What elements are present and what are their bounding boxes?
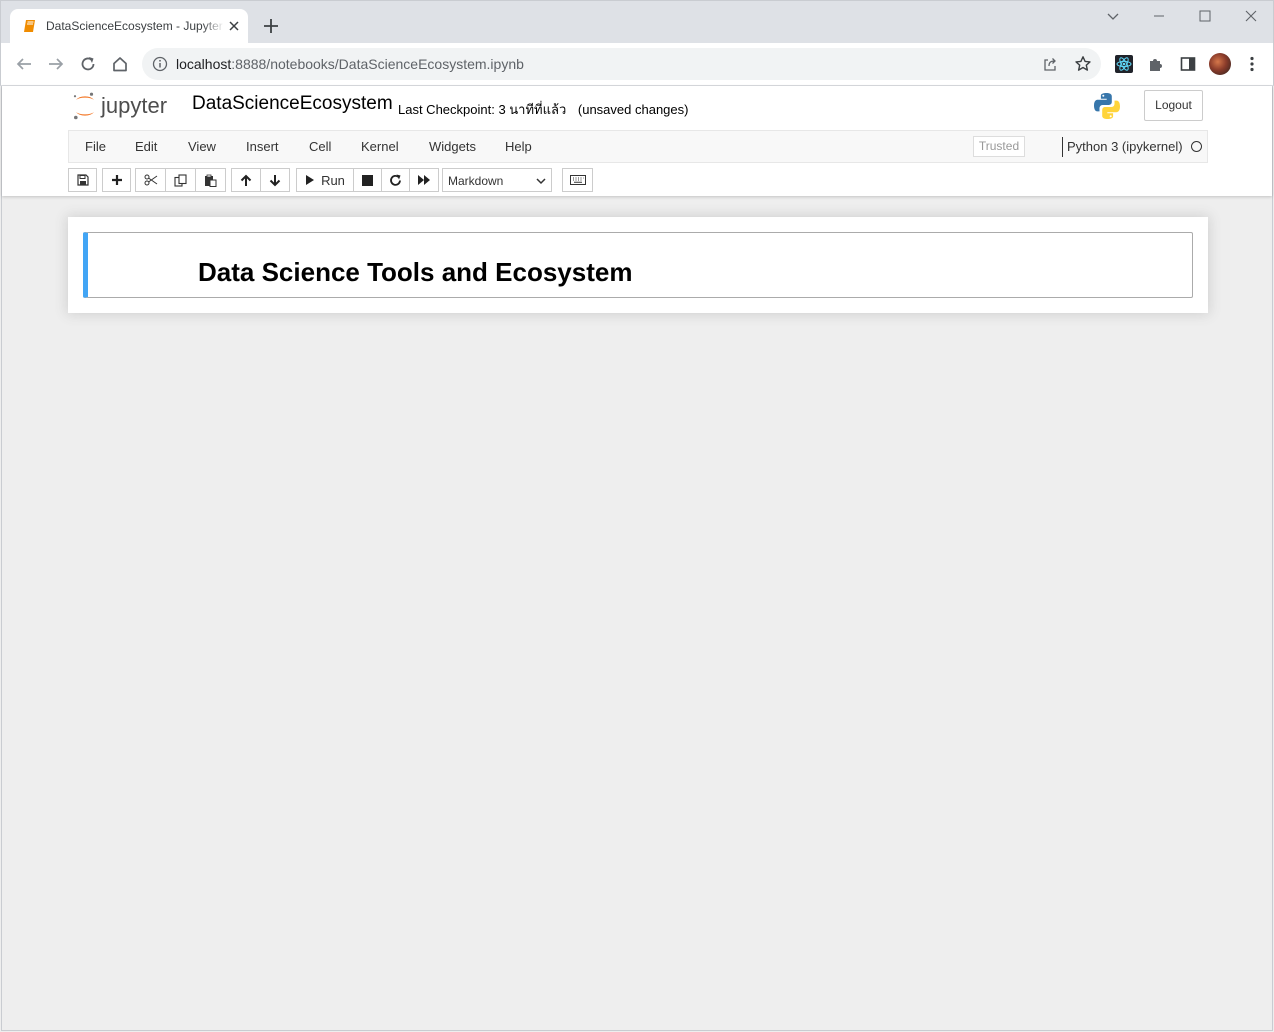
url-path: :8888/notebooks/DataScienceEcosystem.ipy… — [231, 56, 524, 72]
new-tab-icon[interactable] — [262, 17, 280, 35]
run-label: Run — [321, 172, 345, 188]
browser-tab-active[interactable]: DataScienceEcosystem - Jupyter Notebook — [10, 9, 248, 44]
scissors-icon — [144, 174, 157, 186]
jupyter-logo[interactable]: jupyter — [72, 91, 178, 121]
bookmark-star-icon[interactable] — [1074, 55, 1092, 73]
react-devtools-extension-icon[interactable] — [1115, 55, 1133, 73]
menu-view[interactable]: View — [188, 139, 216, 154]
restart-icon — [390, 174, 401, 186]
minimize-icon[interactable] — [1150, 8, 1168, 24]
logout-button[interactable]: Logout — [1144, 90, 1203, 121]
maximize-icon[interactable] — [1196, 8, 1214, 24]
jupyter-logo-text: jupyter — [100, 93, 167, 118]
extensions-puzzle-icon[interactable] — [1147, 55, 1165, 73]
command-palette-button[interactable] — [562, 168, 593, 192]
copy-cells-button[interactable] — [165, 168, 196, 192]
menu-help[interactable]: Help — [505, 139, 532, 154]
jupyter-header: jupyter DataScienceEcosystem Last Checkp… — [2, 86, 1272, 196]
fast-forward-icon — [418, 175, 430, 185]
browser-tab-strip: DataScienceEcosystem - Jupyter Notebook — [0, 0, 1274, 44]
play-icon — [306, 175, 315, 185]
address-bar[interactable]: localhost:8888/notebooks/DataScienceEcos… — [142, 48, 1101, 80]
move-cell-up-button[interactable] — [231, 168, 261, 192]
markdown-cell-selected[interactable]: Data Science Tools and Ecosystem — [83, 232, 1193, 298]
run-cell-button[interactable]: Run — [296, 168, 354, 192]
notebook-container: Data Science Tools and Ecosystem — [68, 217, 1208, 313]
side-panel-icon[interactable] — [1179, 55, 1197, 73]
close-window-icon[interactable] — [1242, 8, 1260, 24]
back-arrow-icon[interactable] — [15, 55, 33, 73]
forward-arrow-icon[interactable] — [47, 55, 65, 73]
menu-file[interactable]: File — [85, 139, 106, 154]
url-text: localhost:8888/notebooks/DataScienceEcos… — [176, 56, 524, 72]
interrupt-kernel-button[interactable] — [353, 168, 382, 192]
site-info-icon[interactable] — [152, 56, 168, 72]
restart-run-all-button[interactable] — [409, 168, 439, 192]
profile-avatar[interactable] — [1209, 53, 1231, 75]
stop-icon — [362, 174, 373, 186]
move-cell-down-button[interactable] — [260, 168, 290, 192]
home-icon[interactable] — [111, 55, 129, 73]
browser-toolbar: localhost:8888/notebooks/DataScienceEcos… — [0, 43, 1274, 86]
menu-edit[interactable]: Edit — [135, 139, 157, 154]
reload-icon[interactable] — [79, 55, 97, 73]
arrow-up-icon — [240, 174, 252, 186]
share-icon[interactable] — [1042, 56, 1058, 72]
arrow-down-icon — [269, 174, 281, 186]
notebook-favicon-icon — [24, 20, 35, 32]
browser-tab-title: DataScienceEcosystem - Jupyter Notebook — [46, 19, 224, 33]
restart-kernel-button[interactable] — [381, 168, 410, 192]
cell-type-value: Markdown — [448, 174, 504, 188]
menu-widgets[interactable]: Widgets — [429, 139, 476, 154]
notebook-name[interactable]: DataScienceEcosystem — [192, 93, 393, 115]
cell-type-select[interactable]: Markdown — [442, 168, 552, 192]
kernel-name[interactable]: Python 3 (ipykernel) — [1067, 139, 1183, 154]
python-logo-icon — [1094, 93, 1120, 119]
unsaved-changes-text: (unsaved changes) — [577, 102, 689, 117]
keyboard-icon — [569, 175, 586, 185]
chevron-down-icon — [536, 178, 546, 185]
tab-search-icon[interactable] — [1104, 8, 1122, 24]
menu-insert[interactable]: Insert — [246, 139, 279, 154]
trusted-indicator[interactable]: Trusted — [973, 136, 1025, 157]
insert-cell-button[interactable] — [102, 168, 131, 192]
kernel-separator — [1062, 137, 1063, 157]
checkpoint-status: Last Checkpoint: 3 นาทีที่แล้ว (unsaved … — [398, 99, 696, 120]
menu-kernel[interactable]: Kernel — [361, 139, 399, 154]
url-host: localhost — [176, 56, 232, 72]
paste-cells-button[interactable] — [195, 168, 226, 192]
close-tab-icon[interactable] — [226, 18, 242, 34]
last-checkpoint-text: Last Checkpoint: 3 นาทีที่แล้ว — [398, 102, 567, 117]
browser-menu-icon[interactable] — [1245, 55, 1259, 73]
menu-cell[interactable]: Cell — [309, 139, 331, 154]
plus-icon — [111, 175, 122, 185]
page-viewport: jupyter DataScienceEcosystem Last Checkp… — [1, 86, 1273, 1031]
kernel-idle-indicator — [1191, 141, 1202, 152]
paste-icon — [205, 174, 217, 187]
save-icon — [76, 174, 89, 186]
save-button[interactable] — [68, 168, 97, 192]
cell-heading: Data Science Tools and Ecosystem — [198, 257, 633, 287]
copy-icon — [174, 173, 187, 187]
cut-cells-button[interactable] — [135, 168, 166, 192]
notebook-menubar: File Edit View Insert Cell Kernel Widget… — [68, 130, 1208, 163]
